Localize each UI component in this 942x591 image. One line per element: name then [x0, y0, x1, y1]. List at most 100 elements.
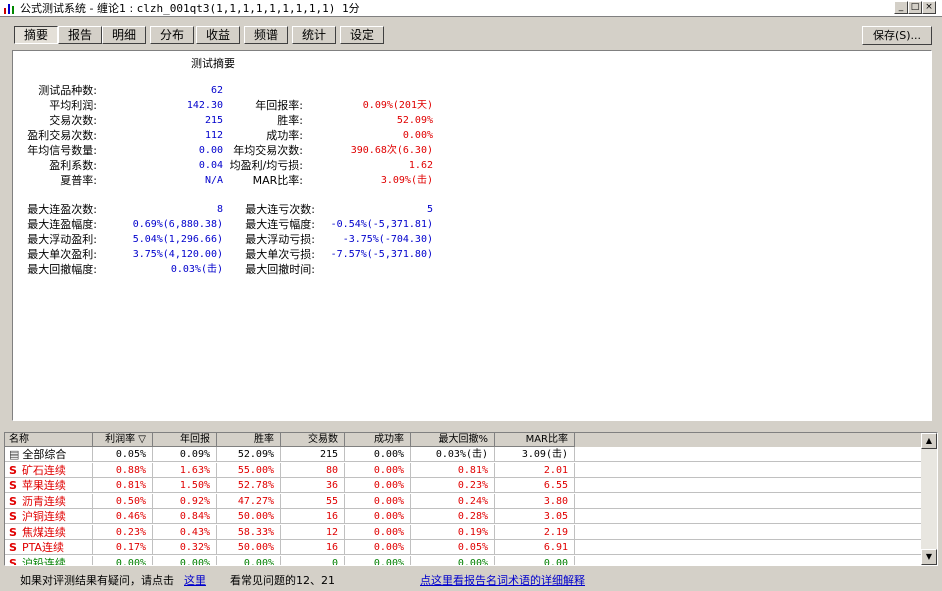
scroll-down-icon[interactable]: ▼: [921, 549, 937, 565]
summary-value-2: 0.09%(201天): [362, 100, 433, 111]
table-cell: 52.09%: [217, 447, 281, 462]
table-row[interactable]: S 焦煤连续 0.23% 0.43% 58.33% 12 0.00% 0.19% 2.19: [5, 524, 921, 540]
table-cell: 0.00%: [345, 462, 411, 478]
summary-label-2: 最大连亏次数:: [245, 203, 315, 216]
row-name-cell: ▤ 全部综合: [5, 447, 93, 462]
summary-report-panel: 测试摘要 测试品种数: 62 平均利润: 142.30 年回报率: 0.09%(…: [12, 50, 932, 421]
table-cell: 0.17%: [93, 540, 153, 555]
table-row[interactable]: S PTA连续 0.17% 0.32% 50.00% 16 0.00% 0.05% 6.91: [5, 540, 921, 555]
table-cell: 0.00%: [217, 555, 281, 565]
tab-returns[interactable]: 收益: [196, 26, 240, 44]
title-bar: 公式测试系统 - 缠论1 : clzh_001qt3(1,1,1,1,1,1,1…: [0, 0, 942, 17]
summary-value-2: 0.00%: [402, 130, 433, 141]
table-cell: 0.00: [495, 555, 575, 565]
table-cell: 0.00%: [345, 447, 411, 462]
help-here-link[interactable]: 这里: [184, 572, 206, 588]
row-name-cell: S 焦煤连续: [5, 524, 93, 540]
summary-label-2: 最大单次亏损:: [245, 248, 315, 261]
table-cell: 80: [281, 462, 345, 478]
table-cell: 0.00%: [93, 555, 153, 565]
table-cell: 3.09(击): [495, 447, 575, 462]
summary-value: 3.75%(4,120.00): [132, 249, 223, 260]
tab-bar: 摘要 报告 明细 分布 收益 频谱 统计 设定: [0, 18, 942, 50]
tab-distribution[interactable]: 分布: [150, 26, 194, 44]
table-cell: 47.27%: [217, 493, 281, 509]
column-header-name[interactable]: 名称: [5, 433, 93, 447]
tab-report[interactable]: 报告: [58, 26, 102, 44]
table-cell: 215: [281, 447, 345, 462]
summary-label: 平均利润:: [49, 99, 97, 112]
maximize-button[interactable]: □: [908, 1, 922, 14]
summary-value: N/A: [204, 175, 223, 186]
row-name-label: 全部综合: [22, 448, 67, 461]
table-cell: 6.91: [495, 540, 575, 555]
strategy-s-icon: S: [9, 479, 17, 492]
table-row[interactable]: S 沥青连续 0.50% 0.92% 47.27% 55 0.00% 0.24% 3.80: [5, 493, 921, 509]
column-header-annual-return[interactable]: 年回报: [153, 433, 217, 447]
table-cell: 1.63%: [153, 462, 217, 478]
summary-label-2: 年回报率:: [255, 99, 303, 112]
table-cell: 6.55: [495, 478, 575, 493]
table-cell: 0.00%: [345, 509, 411, 524]
table-cell: 0.28%: [411, 509, 495, 524]
tab-summary[interactable]: 摘要: [14, 26, 58, 44]
terms-explanation-link[interactable]: 点这里看报告名词术语的详细解释: [420, 572, 585, 588]
summary-label-2: 最大浮动亏损:: [245, 233, 315, 246]
summary-row: 测试品种数: 62: [13, 84, 931, 98]
column-header-mar-ratio[interactable]: MAR比率: [495, 433, 575, 447]
table-cell: 0.46%: [93, 509, 153, 524]
column-header-win-rate[interactable]: 胜率: [217, 433, 281, 447]
row-name-cell: S 矿石连续: [5, 462, 93, 478]
summary-row: 盈利交易次数: 112 成功率: 0.00%: [13, 129, 931, 143]
table-row[interactable]: ▤ 全部综合 0.05% 0.09% 52.09% 215 0.00% 0.03%(击) 3.0…: [5, 447, 921, 462]
table-row[interactable]: S 沪铅连续 0.00% 0.00% 0.00% 0 0.00% 0.00% 0.00: [5, 555, 921, 566]
save-button[interactable]: 保存(S)...: [862, 26, 932, 45]
vertical-scrollbar[interactable]: ▲ ▼: [921, 433, 937, 565]
summary-value-2: 390.68次(6.30): [350, 145, 433, 156]
row-name-label: PTA连续: [21, 541, 64, 554]
summary-label: 盈利系数:: [49, 159, 97, 172]
tab-statistics[interactable]: 统计: [292, 26, 336, 44]
scroll-up-icon[interactable]: ▲: [921, 433, 937, 449]
table-cell: 0.23%: [411, 478, 495, 493]
table-cell: 0.00%: [345, 478, 411, 493]
table-row[interactable]: S 苹果连续 0.81% 1.50% 52.78% 36 0.00% 0.23% 6.55: [5, 478, 921, 493]
strategy-s-icon: S: [9, 510, 17, 523]
column-header-max-drawdown[interactable]: 最大回撤%: [411, 433, 495, 447]
strategy-s-icon: S: [9, 494, 17, 508]
summary-value: 5.04%(1,296.66): [132, 234, 223, 245]
summary-row: 最大回撤幅度: 0.03%(击) 最大回撤时间:: [13, 263, 931, 277]
table-cell: 55.00%: [217, 462, 281, 478]
summary-label: 最大回撤幅度:: [27, 263, 97, 276]
table-cell: 0.19%: [411, 524, 495, 540]
summary-label: 夏普率:: [60, 174, 97, 187]
folder-icon: ▤: [9, 448, 20, 461]
summary-row: 交易次数: 215 胜率: 52.09%: [13, 114, 931, 128]
tab-spectrum[interactable]: 频谱: [244, 26, 288, 44]
row-name-label: 沪铜连续: [21, 510, 66, 523]
table-cell: 52.78%: [217, 478, 281, 493]
tab-details[interactable]: 明细: [102, 26, 146, 44]
summary-label-2: MAR比率:: [252, 174, 303, 187]
minimize-button[interactable]: _: [894, 1, 908, 14]
summary-label: 盈利交易次数:: [27, 129, 97, 142]
column-header-profit[interactable]: 利润率 ▽: [93, 433, 153, 447]
table-cell: 0.00%: [153, 555, 217, 565]
table-cell: 12: [281, 524, 345, 540]
summary-row: 夏普率: N/A MAR比率: 3.09%(击): [13, 174, 931, 188]
column-header-trades[interactable]: 交易数: [281, 433, 345, 447]
table-cell: 0.43%: [153, 524, 217, 540]
table-cell: 0.05%: [411, 540, 495, 555]
summary-label: 测试品种数:: [38, 84, 97, 97]
table-cell: 0.09%: [153, 447, 217, 462]
close-button[interactable]: ×: [922, 1, 936, 14]
tab-settings[interactable]: 设定: [340, 26, 384, 44]
table-row[interactable]: S 沪铜连续 0.46% 0.84% 50.00% 16 0.00% 0.28% 3.05: [5, 509, 921, 524]
table-row[interactable]: S 矿石连续 0.88% 1.63% 55.00% 80 0.00% 0.81% 2.01: [5, 462, 921, 478]
summary-value: 0.03%(击): [170, 264, 223, 275]
column-header-success-rate[interactable]: 成功率: [345, 433, 411, 447]
row-name-label: 沪铅连续: [21, 556, 66, 566]
table-cell: 0.32%: [153, 540, 217, 555]
summary-label-2: 最大回撤时间:: [245, 263, 315, 276]
summary-row: 最大单次盈利: 3.75%(4,120.00) 最大单次亏损: -7.57%(-…: [13, 248, 931, 262]
